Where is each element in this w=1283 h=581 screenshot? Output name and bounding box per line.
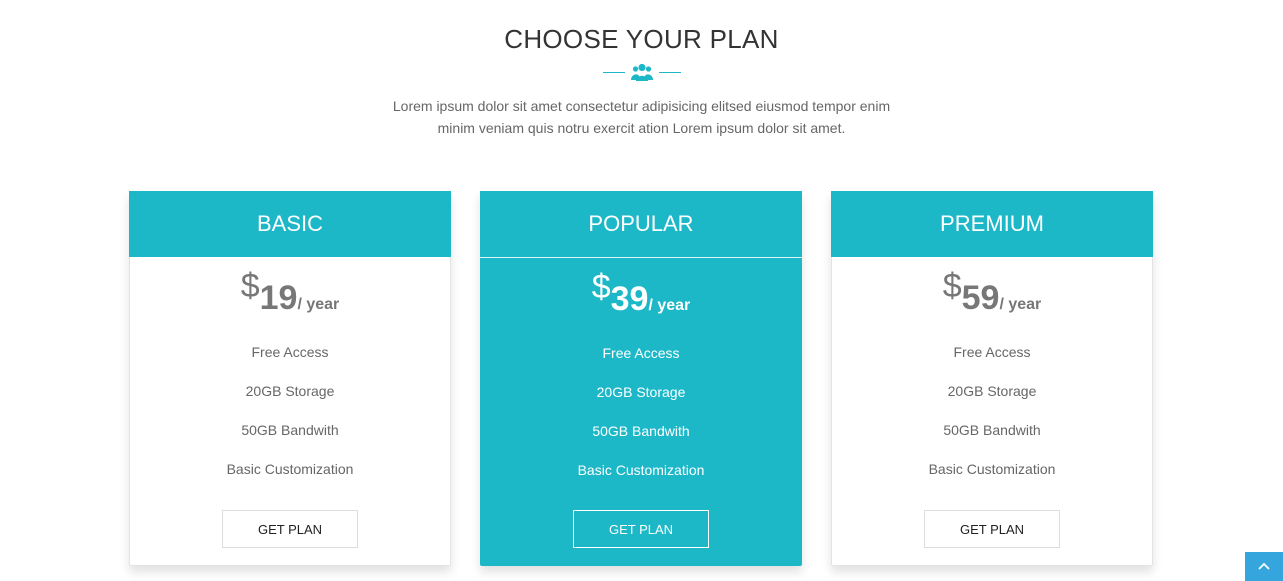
pricing-section: CHOOSE YOUR PLAN Lorem ipsum dolor sit a… xyxy=(0,0,1283,581)
feature-item: Basic Customization xyxy=(226,461,354,477)
page-title: CHOOSE YOUR PLAN xyxy=(504,24,779,54)
plan-name: PREMIUM xyxy=(831,191,1153,257)
users-icon xyxy=(630,62,653,82)
price-currency: $ xyxy=(591,268,611,306)
button-wrap: GET PLAN xyxy=(130,510,450,548)
plan-features: Free Access 20GB Storage 50GB Bandwith B… xyxy=(130,343,450,499)
price-period: / year xyxy=(648,297,691,314)
feature-item: 50GB Bandwith xyxy=(943,422,1041,438)
feature-item: Basic Customization xyxy=(577,462,705,478)
plan-name: POPULAR xyxy=(480,191,802,258)
plan-price: $39/ year xyxy=(481,268,801,324)
price-amount: 19 xyxy=(259,279,298,317)
scroll-to-top-button[interactable] xyxy=(1245,552,1283,581)
feature-item: Basic Customization xyxy=(928,461,1056,477)
plan-price: $19/ year xyxy=(130,267,450,323)
divider-line-left xyxy=(602,71,625,73)
plan-card-premium: PREMIUM $59/ year Free Access 20GB Stora… xyxy=(831,191,1153,566)
description-line: minim veniam quis notru exercit ation Lo… xyxy=(437,120,846,136)
plan-card-popular: POPULAR $39/ year Free Access 20GB Stora… xyxy=(480,191,802,566)
plan-name: BASIC xyxy=(129,191,451,257)
title-divider xyxy=(0,62,1283,82)
feature-item: 20GB Storage xyxy=(596,384,686,400)
divider-line-right xyxy=(658,71,681,73)
feature-item: Free Access xyxy=(251,344,329,360)
plan-features: Free Access 20GB Storage 50GB Bandwith B… xyxy=(832,343,1152,499)
plan-price: $59/ year xyxy=(832,267,1152,323)
section-description: Lorem ipsum dolor sit amet consectetur a… xyxy=(0,95,1283,139)
get-plan-button-popular[interactable]: GET PLAN xyxy=(573,510,709,548)
get-plan-button-premium[interactable]: GET PLAN xyxy=(924,510,1060,548)
price-period: / year xyxy=(297,296,340,313)
price-amount: 39 xyxy=(610,280,649,318)
plan-features: Free Access 20GB Storage 50GB Bandwith B… xyxy=(481,344,801,500)
feature-item: 50GB Bandwith xyxy=(241,422,339,438)
feature-item: Free Access xyxy=(602,345,680,361)
price-currency: $ xyxy=(942,267,962,305)
description-line: Lorem ipsum dolor sit amet consectetur a… xyxy=(392,98,891,114)
plan-card-basic: BASIC $19/ year Free Access 20GB Storage… xyxy=(129,191,451,566)
get-plan-button-basic[interactable]: GET PLAN xyxy=(222,510,358,548)
button-wrap: GET PLAN xyxy=(481,510,801,548)
feature-item: 20GB Storage xyxy=(947,383,1037,399)
chevron-up-icon xyxy=(1257,558,1271,576)
price-currency: $ xyxy=(240,267,260,305)
price-period: / year xyxy=(999,296,1042,313)
price-amount: 59 xyxy=(961,279,1000,317)
feature-item: Free Access xyxy=(953,344,1031,360)
feature-item: 20GB Storage xyxy=(245,383,335,399)
feature-item: 50GB Bandwith xyxy=(592,423,690,439)
button-wrap: GET PLAN xyxy=(832,510,1152,548)
